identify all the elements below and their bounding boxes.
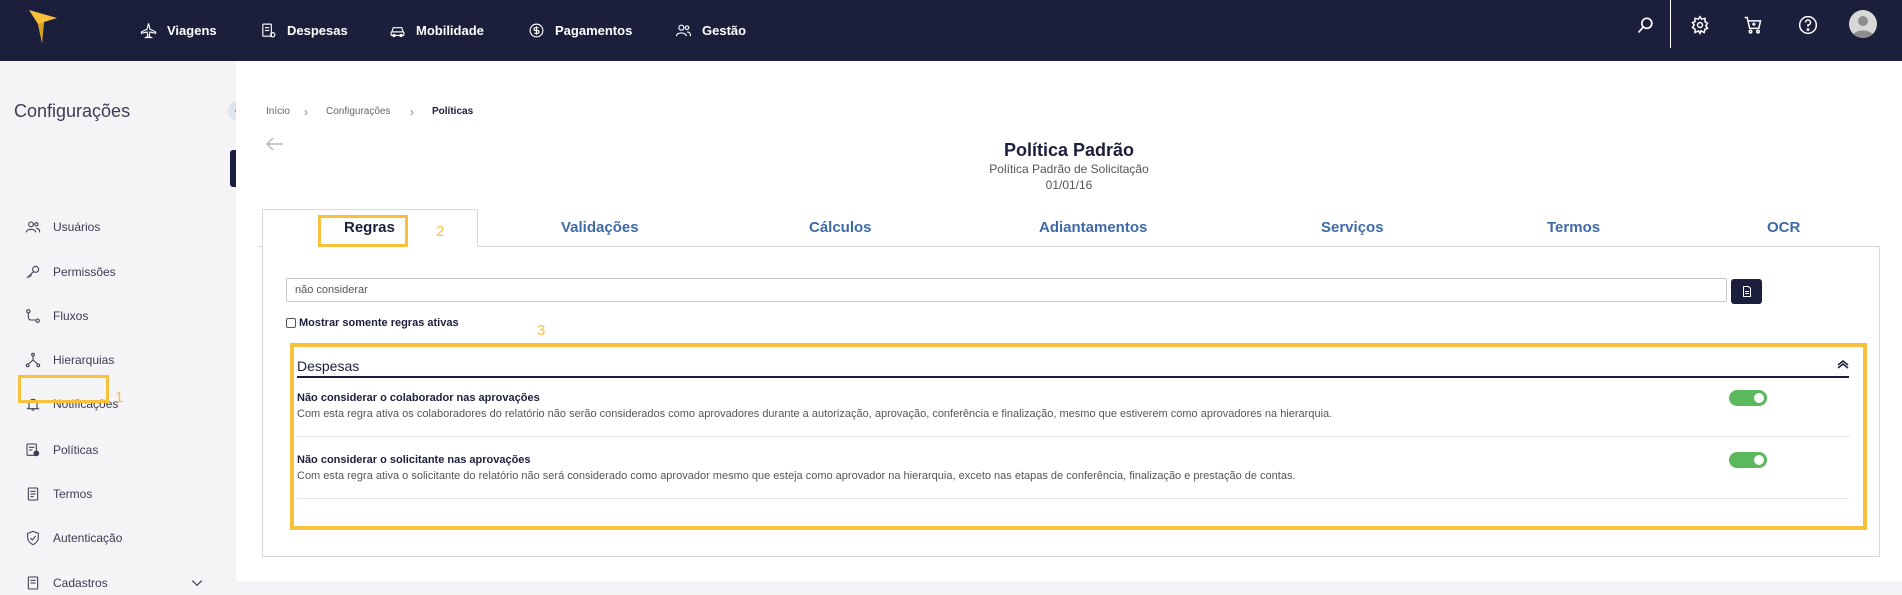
rule-group-divider — [297, 376, 1849, 378]
breadcrumb-separator: › — [304, 105, 308, 119]
sidebar-item-hierarquias[interactable]: Hierarquias — [25, 348, 114, 372]
sidebar-item-label: Hierarquias — [53, 353, 115, 367]
rule-title: Não considerar o solicitante nas aprovaç… — [297, 454, 531, 466]
dollar-icon — [529, 23, 544, 38]
sidebar-item-label: Cadastros — [53, 576, 108, 590]
receipt-icon — [262, 23, 276, 38]
sidebar-item-autenticacao[interactable]: Autenticação — [25, 526, 122, 550]
sidebar: Configurações Usuários Permissões Fluxos… — [0, 61, 236, 590]
sidebar-item-cadastros[interactable]: Cadastros — [25, 571, 205, 595]
breadcrumb-configuracoes[interactable]: Configurações — [326, 106, 390, 117]
rule-description: Com esta regra ativa o solicitante do re… — [297, 470, 1296, 482]
active-rules-label: Mostrar somente regras ativas — [299, 317, 459, 329]
nav-gestao-label: Gestão — [702, 23, 747, 38]
sidebar-item-fluxos[interactable]: Fluxos — [25, 304, 88, 328]
tab-termos[interactable]: Termos — [1547, 219, 1600, 236]
sidebar-item-label: Políticas — [53, 443, 99, 457]
sidebar-item-usuarios[interactable]: Usuários — [25, 215, 100, 239]
nav-pagamentos-label: Pagamentos — [555, 23, 633, 38]
rule-title: Não considerar o colaborador nas aprovaç… — [297, 392, 540, 404]
sidebar-item-label: Usuários — [53, 220, 101, 234]
tab-validacoes[interactable]: Validações — [561, 219, 639, 236]
navbar-divider — [1670, 0, 1671, 48]
nav-viagens[interactable]: Viagens — [140, 0, 217, 61]
sidebar-item-label: Fluxos — [53, 309, 89, 323]
hierarchy-icon — [25, 352, 41, 368]
sidebar-item-termos[interactable]: Termos — [25, 482, 92, 506]
avatar[interactable] — [1849, 10, 1877, 38]
page-title: Política Padrão — [1003, 140, 1135, 160]
nav-mobilidade[interactable]: Mobilidade — [389, 0, 484, 61]
cart-icon[interactable] — [1743, 15, 1763, 35]
active-rules-checkbox[interactable] — [286, 318, 296, 328]
annotation-number-3: 3 — [537, 322, 546, 339]
annotation-highlight-1 — [18, 375, 109, 403]
annotation-number-2: 2 — [436, 223, 445, 240]
document-icon — [27, 487, 39, 501]
policy-icon — [26, 443, 40, 457]
user-avatar-icon — [1852, 16, 1874, 38]
nav-gestao[interactable]: Gestão — [675, 0, 746, 61]
search-icon[interactable] — [1636, 15, 1656, 35]
annotation-number-1: 1 — [115, 389, 124, 406]
sidebar-item-label: Termos — [53, 487, 93, 501]
rule-separator — [297, 498, 1849, 499]
document-icon — [1742, 286, 1751, 297]
nav-despesas[interactable]: Despesas — [260, 0, 348, 61]
key-icon — [26, 265, 40, 279]
rule-toggle[interactable] — [1729, 390, 1767, 406]
active-rules-filter[interactable]: Mostrar somente regras ativas — [286, 317, 459, 329]
plane-icon — [140, 23, 157, 39]
breadcrumb-politicas: Políticas — [432, 106, 474, 117]
logo-icon[interactable] — [28, 8, 58, 44]
flow-icon — [26, 309, 40, 323]
search-submit-button[interactable] — [1731, 279, 1762, 304]
nav-despesas-label: Despesas — [287, 23, 348, 38]
tab-adiantamentos[interactable]: Adiantamentos — [1039, 219, 1147, 236]
document-icon — [27, 576, 39, 590]
gear-icon[interactable] — [1690, 15, 1710, 35]
sidebar-item-label: Permissões — [53, 265, 116, 279]
tab-calculos[interactable]: Cálculos — [809, 219, 872, 236]
rule-description: Com esta regra ativa os colaboradores do… — [297, 408, 1333, 420]
chevron-down-icon[interactable] — [190, 576, 204, 590]
nav-pagamentos[interactable]: Pagamentos — [528, 0, 632, 61]
car-icon — [390, 27, 405, 38]
shield-check-icon — [27, 530, 39, 546]
rules-search-input[interactable] — [286, 278, 1727, 302]
page-date: 01/01/16 — [1045, 178, 1093, 192]
tab-servicos[interactable]: Serviços — [1321, 219, 1384, 236]
page-subtitle: Política Padrão de Solicitação — [989, 162, 1149, 176]
sidebar-item-permissoes[interactable]: Permissões — [25, 260, 116, 284]
chevron-up-icon[interactable] — [1836, 359, 1850, 369]
help-icon[interactable] — [1798, 15, 1818, 35]
rule-group-title[interactable]: Despesas — [297, 358, 359, 374]
users-icon — [675, 24, 692, 37]
sidebar-item-label: Autenticação — [53, 531, 123, 545]
sidebar-item-politicas[interactable]: Políticas — [25, 438, 98, 462]
sidebar-title: Configurações — [14, 101, 131, 121]
rule-toggle[interactable] — [1729, 452, 1767, 468]
nav-mobilidade-label: Mobilidade — [416, 23, 484, 38]
breadcrumb-inicio[interactable]: Início — [266, 106, 290, 117]
annotation-highlight-2 — [318, 215, 408, 247]
tab-ocr[interactable]: OCR — [1767, 219, 1800, 236]
rule-separator — [297, 436, 1849, 437]
nav-viagens-label: Viagens — [167, 23, 217, 38]
top-navbar: Viagens Despesas Mobilidade Pagamentos G… — [0, 0, 1902, 61]
breadcrumb-separator: › — [410, 105, 414, 119]
users-icon — [25, 221, 41, 233]
